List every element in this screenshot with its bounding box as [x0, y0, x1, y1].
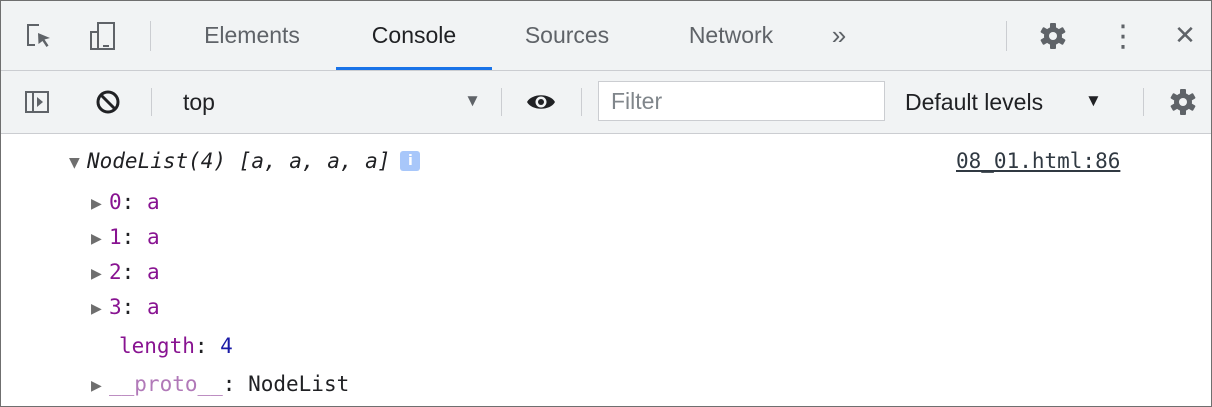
devtools-window: Elements Console Sources Network » ⋮ ✕ t…	[0, 0, 1212, 407]
console-output: ▼ NodeList(4) [a, a, a, a] i 08_01.html:86…	[1, 134, 1211, 406]
clear-console-icon[interactable]	[92, 86, 124, 118]
tab-elements[interactable]: Elements	[177, 1, 327, 70]
more-tabs-button[interactable]: »	[821, 1, 857, 70]
entry-value: a	[146, 260, 160, 284]
toolbar-divider	[150, 21, 151, 51]
tab-console[interactable]: Console	[336, 1, 492, 70]
length-key: length	[119, 334, 195, 358]
entry-key: 1	[109, 225, 122, 249]
execution-context-value: top	[183, 89, 215, 115]
entry-key: 0	[109, 190, 122, 214]
list-item[interactable]: ▶ 2: a	[91, 255, 160, 289]
entry-colon: :	[121, 190, 147, 214]
entry-key: 3	[109, 295, 122, 319]
list-item[interactable]: ▶ 1: a	[91, 220, 160, 254]
nodelist-summary: NodeList(4) [a, a, a, a]	[87, 149, 391, 173]
length-value: 4	[220, 334, 233, 358]
list-item[interactable]: ▶ 0: a	[91, 185, 160, 219]
entry-value: a	[146, 295, 160, 319]
proto-row[interactable]: ▶ __proto__: NodeList	[91, 367, 349, 401]
expanded-triangle-icon[interactable]: ▼	[69, 146, 87, 180]
filter-input[interactable]	[598, 81, 885, 121]
chevron-down-icon: ▼	[1085, 91, 1102, 110]
toolbar-divider	[501, 88, 502, 116]
proto-colon: :	[222, 372, 249, 396]
length-colon: :	[194, 334, 221, 358]
console-toolbar: top ▼ Default levels ▼	[1, 71, 1211, 134]
proto-key: __proto__	[109, 372, 223, 396]
toolbar-divider	[1143, 88, 1144, 116]
nodelist-header-row[interactable]: ▼ NodeList(4) [a, a, a, a] i	[69, 144, 421, 180]
active-tab-indicator	[336, 67, 492, 70]
console-sidebar-icon[interactable]	[21, 86, 53, 118]
collapsed-triangle-icon[interactable]: ▶	[91, 222, 109, 256]
kebab-menu-icon[interactable]: ⋮	[1107, 19, 1139, 54]
devtools-tab-bar: Elements Console Sources Network » ⋮ ✕	[1, 1, 1211, 71]
entry-colon: :	[121, 260, 147, 284]
close-icon[interactable]: ✕	[1169, 20, 1201, 52]
log-levels-dropdown[interactable]: Default levels ▼	[901, 81, 1139, 123]
device-toolbar-icon[interactable]	[87, 20, 119, 52]
entry-key: 2	[109, 260, 122, 284]
toolbar-divider	[581, 88, 582, 116]
collapsed-triangle-icon[interactable]: ▶	[91, 369, 109, 403]
tab-network[interactable]: Network	[661, 1, 801, 70]
entry-colon: :	[121, 225, 147, 249]
collapsed-triangle-icon[interactable]: ▶	[91, 187, 109, 221]
toolbar-divider	[1006, 21, 1007, 51]
info-icon[interactable]: i	[400, 151, 421, 171]
collapsed-triangle-icon[interactable]: ▶	[91, 257, 109, 291]
console-settings-gear-icon[interactable]	[1167, 86, 1199, 118]
collapsed-triangle-icon[interactable]: ▶	[91, 292, 109, 326]
entry-value: a	[146, 190, 160, 214]
log-levels-label: Default levels	[905, 89, 1044, 115]
execution-context-selector[interactable]: top ▼	[171, 81, 493, 123]
proto-value: NodeList	[248, 372, 350, 396]
chevron-down-icon: ▼	[464, 91, 481, 110]
list-item[interactable]: ▶ 3: a	[91, 290, 160, 324]
entry-colon: :	[121, 295, 147, 319]
live-expression-eye-icon[interactable]	[525, 86, 557, 118]
toolbar-divider	[151, 88, 152, 116]
entry-value: a	[146, 225, 160, 249]
inspect-element-icon[interactable]	[23, 20, 55, 52]
length-row: length: 4	[119, 329, 233, 363]
source-location-link[interactable]: 08_01.html:86	[956, 146, 1120, 176]
gear-icon[interactable]	[1037, 20, 1069, 52]
tab-sources[interactable]: Sources	[505, 1, 629, 70]
